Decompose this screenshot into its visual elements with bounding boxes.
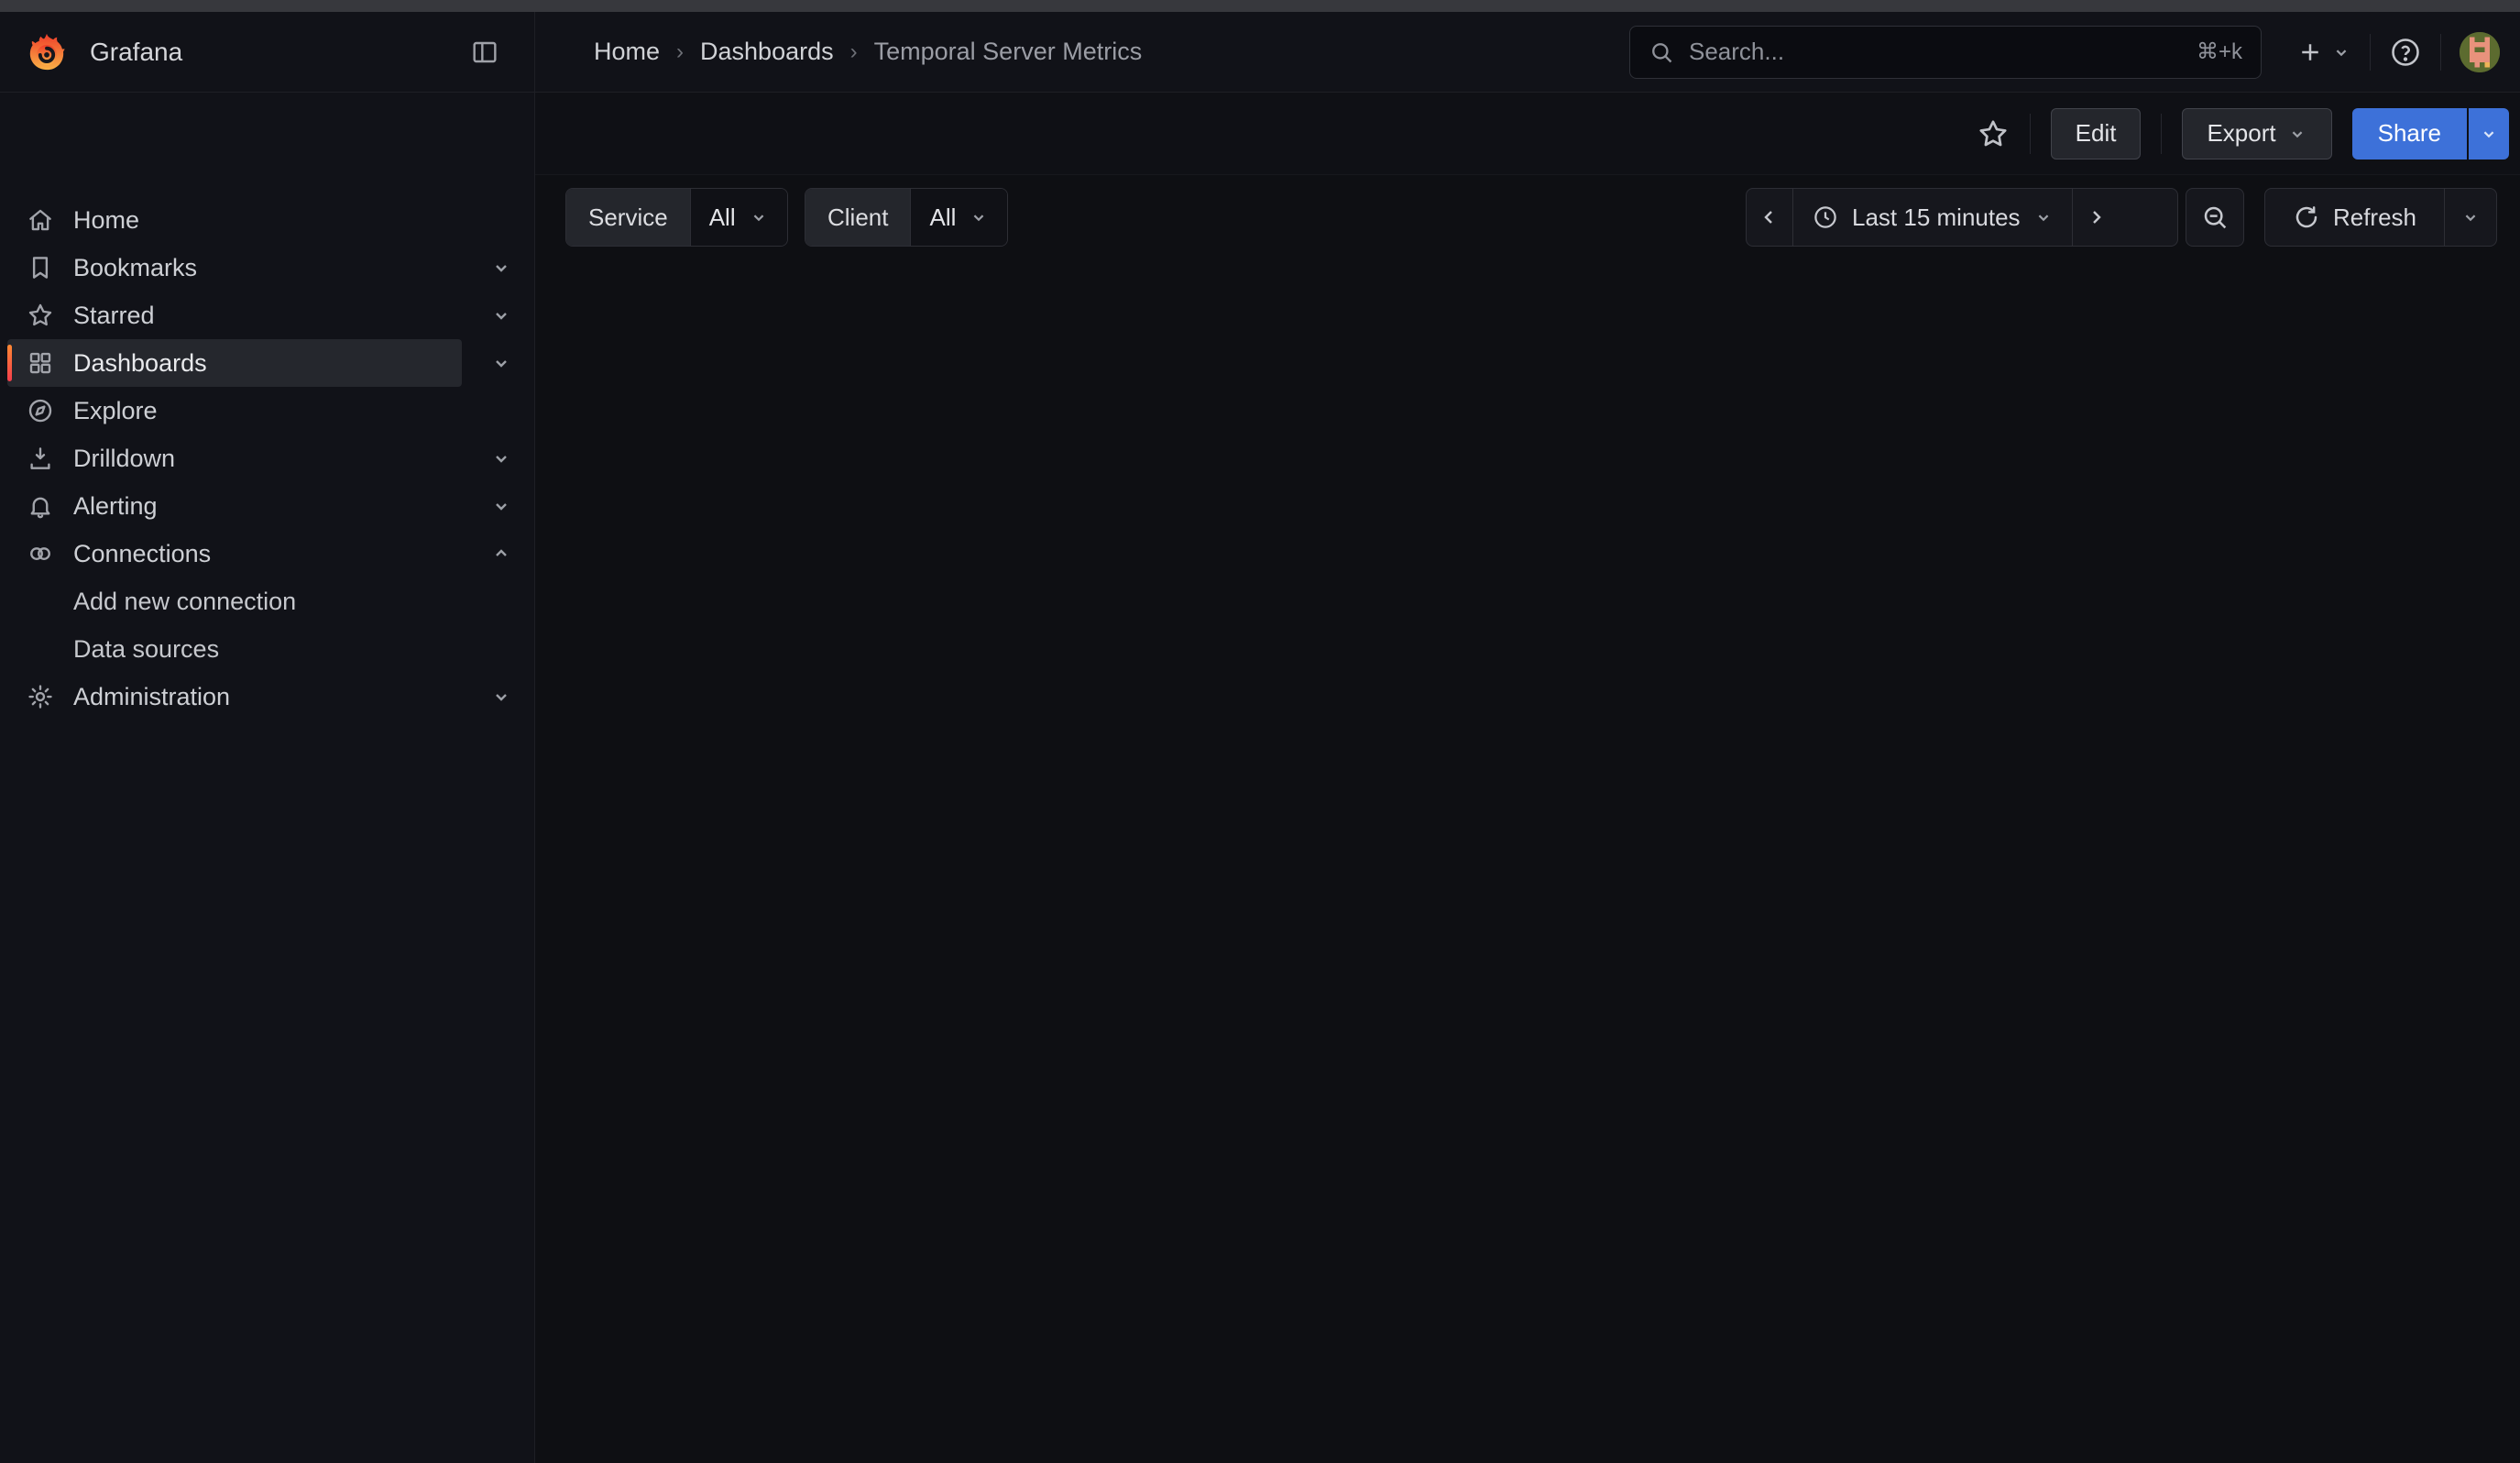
time-range-button[interactable]: Last 15 minutes [1792,189,2072,246]
sidebar-item-connections[interactable]: Connections [7,530,462,578]
time-back-button[interactable] [1747,189,1792,246]
sidebar-item-starred[interactable]: Starred [7,292,462,339]
grid-icon [7,349,73,377]
sidebar-item-label: Starred [73,302,155,330]
search-icon [1649,39,1674,65]
breadcrumb-current: Temporal Server Metrics [874,38,1143,66]
client-filter-value[interactable]: All [911,189,1007,246]
sidebar-item-label: Explore [73,397,158,425]
chevron-down-icon [2287,124,2307,144]
sidebar-item-add-new-connection[interactable]: Add new connection [7,578,462,625]
grafana-logo-icon[interactable] [26,31,68,73]
refresh-icon [2293,204,2320,231]
chevron-down-icon[interactable] [483,345,520,381]
sidebar-item-alerting[interactable]: Alerting [7,482,462,530]
search-shortcut: ⌘+k [2197,38,2242,65]
refresh-button[interactable]: Refresh [2265,189,2444,246]
nav-sidebar: Home Bookmarks Starred Dashboards Explore Dri… [0,93,535,1463]
chevron-down-icon[interactable] [483,297,520,334]
breadcrumb-separator: › [850,39,858,65]
toolbar-divider [2030,114,2031,154]
sidebar-item-label: Home [73,206,139,235]
share-menu-button[interactable] [2469,108,2509,160]
product-name: Grafana [90,38,182,67]
edit-button[interactable]: Edit [2051,108,2142,160]
chevron-down-icon[interactable] [483,678,520,715]
zoom-out-button[interactable] [2186,188,2244,247]
sidebar-item-label: Connections [73,540,211,568]
service-filter-label: Service [566,189,691,246]
clock-icon [1812,204,1839,231]
client-filter: Client All [805,188,1008,247]
sidebar-item-home[interactable]: Home [7,196,462,244]
header-brand-section: Grafana [0,12,535,92]
sidebar-item-label: Data sources [73,635,219,664]
sidebar-item-label: Bookmarks [73,254,197,282]
search-input[interactable] [1687,37,2197,67]
dock-sidebar-icon[interactable] [470,38,499,67]
add-new-button[interactable] [2296,38,2351,66]
chevron-down-icon [749,207,769,227]
refresh-group: Refresh [2264,188,2497,247]
chevron-down-icon [2331,42,2351,62]
sidebar-item-bookmarks[interactable]: Bookmarks [7,244,462,292]
breadcrumb-home[interactable]: Home [594,38,660,66]
home-icon [7,206,73,234]
chevron-down-icon [2033,207,2054,227]
dashboard-toolbar: Edit Export Share [535,93,2520,175]
refresh-interval-button[interactable] [2444,189,2496,246]
sidebar-item-label: Add new connection [73,588,296,616]
toolbar-divider [2161,114,2162,154]
compass-icon [7,397,73,424]
chevron-down-icon [969,207,989,227]
chevron-down-icon[interactable] [483,249,520,286]
app-header: Grafana Home › Dashboards › Temporal Ser… [0,12,2520,93]
user-avatar[interactable] [2460,32,2500,72]
sidebar-item-administration[interactable]: Administration [7,673,462,720]
chevron-down-icon [2479,124,2499,144]
os-top-strip [0,0,2520,12]
rings-icon [7,540,73,567]
gear-icon [7,683,73,710]
share-button[interactable]: Share [2352,108,2467,160]
export-button[interactable]: Export [2182,108,2331,160]
sidebar-item-explore[interactable]: Explore [7,387,462,434]
bookmark-icon [7,254,73,281]
sidebar-item-data-sources[interactable]: Data sources [7,625,462,673]
star-icon [7,302,73,329]
header-divider [2440,34,2441,71]
sidebar-item-drilldown[interactable]: Drilldown [7,434,462,482]
header-divider [2370,34,2371,71]
chevron-down-icon[interactable] [483,488,520,524]
chevron-up-icon[interactable] [483,535,520,572]
time-forward-button[interactable] [2072,189,2119,246]
sidebar-item-label: Administration [73,683,230,711]
search-box[interactable]: ⌘+k [1629,26,2262,79]
client-filter-label: Client [805,189,911,246]
sidebar-item-dashboards[interactable]: Dashboards [7,339,462,387]
bell-icon [7,492,73,520]
breadcrumb-separator: › [676,39,684,65]
sidebar-item-label: Dashboards [73,349,207,378]
sidebar-item-label: Alerting [73,492,158,521]
chevron-down-icon[interactable] [483,440,520,477]
service-filter-value[interactable]: All [691,189,787,246]
zoom-out-icon [2200,189,2230,246]
help-icon[interactable] [2389,36,2422,69]
time-picker-group: Last 15 minutes [1746,188,2178,247]
drilldown-icon [7,445,73,472]
favorite-star-icon[interactable] [1977,117,2010,150]
breadcrumb-dashboards[interactable]: Dashboards [700,38,834,66]
breadcrumb: Home › Dashboards › Temporal Server Metr… [594,38,1142,66]
sidebar-item-label: Drilldown [73,445,175,473]
service-filter: Service All [565,188,788,247]
